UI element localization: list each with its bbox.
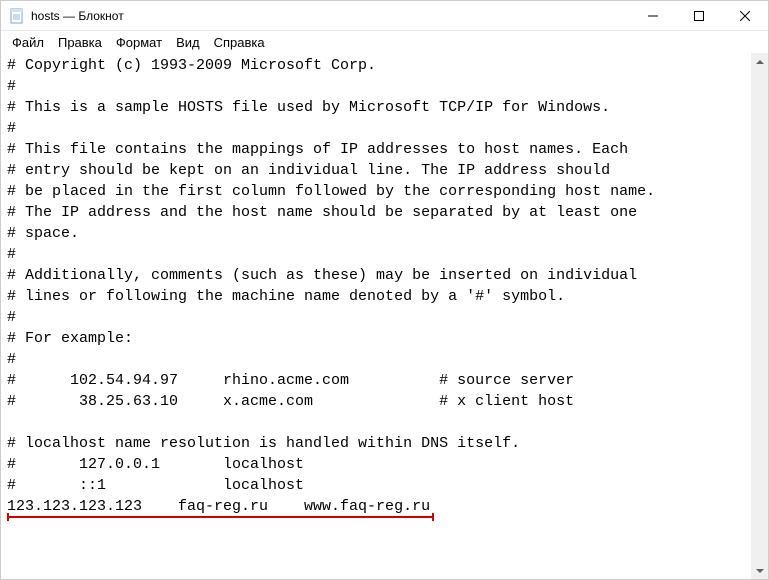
content-area: # Copyright (c) 1993-2009 Microsoft Corp… bbox=[1, 53, 768, 579]
scroll-down-button[interactable] bbox=[751, 562, 768, 579]
notepad-icon bbox=[9, 8, 25, 24]
annotation-underline bbox=[7, 516, 434, 518]
minimize-button[interactable] bbox=[630, 1, 676, 30]
vertical-scrollbar[interactable] bbox=[751, 53, 768, 579]
scroll-up-button[interactable] bbox=[751, 53, 768, 70]
text-editor[interactable]: # Copyright (c) 1993-2009 Microsoft Corp… bbox=[1, 53, 751, 579]
scroll-track[interactable] bbox=[751, 70, 768, 562]
menu-file[interactable]: Файл bbox=[5, 33, 51, 52]
menubar: Файл Правка Формат Вид Справка bbox=[1, 31, 768, 53]
menu-help[interactable]: Справка bbox=[207, 33, 272, 52]
window-controls bbox=[630, 1, 768, 30]
titlebar: hosts — Блокнот bbox=[1, 1, 768, 31]
window-title: hosts — Блокнот bbox=[31, 9, 630, 23]
menu-edit[interactable]: Правка bbox=[51, 33, 109, 52]
menu-format[interactable]: Формат bbox=[109, 33, 169, 52]
maximize-button[interactable] bbox=[676, 1, 722, 30]
menu-view[interactable]: Вид bbox=[169, 33, 207, 52]
close-button[interactable] bbox=[722, 1, 768, 30]
